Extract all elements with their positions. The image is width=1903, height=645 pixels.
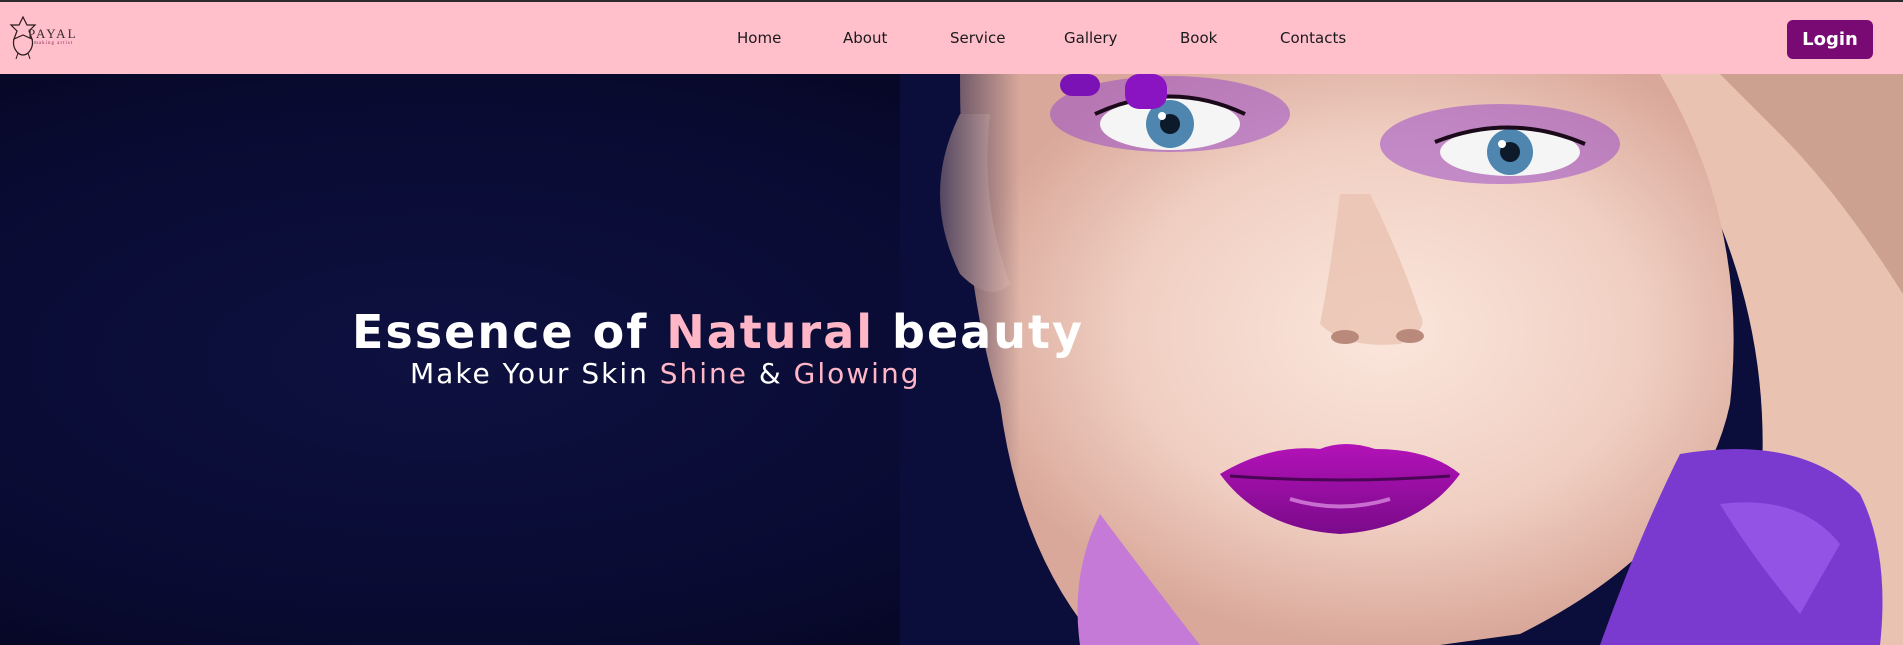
brand-logo[interactable]: PAYAL making artist — [8, 12, 84, 64]
headline-accent: Natural — [666, 305, 875, 359]
login-button[interactable]: Login — [1787, 20, 1873, 59]
nav-contacts[interactable]: Contacts — [1280, 29, 1346, 47]
nav-gallery[interactable]: Gallery — [1064, 29, 1117, 47]
brand-tagline: making artist — [34, 41, 74, 46]
navbar: PAYAL making artist Home About Service G… — [0, 2, 1903, 74]
hero-headline: Essence of Natural beauty — [352, 304, 1082, 360]
nav-home[interactable]: Home — [737, 29, 781, 47]
main-nav: Home About Service Gallery Book Contacts — [704, 2, 1404, 74]
hero-subline: Make Your Skin Shine & Glowing — [410, 356, 970, 392]
headline-part1: Essence of — [352, 305, 667, 359]
nav-service[interactable]: Service — [950, 29, 1005, 47]
headline-part2: beauty — [874, 305, 1084, 359]
subline-part2: & — [748, 357, 794, 390]
nav-about[interactable]: About — [843, 29, 887, 47]
hero-text: Essence of Natural beauty Make Your Skin… — [0, 74, 1903, 645]
subline-part1: Make Your Skin — [410, 357, 660, 390]
subline-accent-glowing: Glowing — [793, 357, 921, 390]
hero-banner: Essence of Natural beauty Make Your Skin… — [0, 74, 1903, 645]
nav-book[interactable]: Book — [1180, 29, 1217, 47]
brand-name: PAYAL — [28, 26, 78, 41]
subline-accent-shine: Shine — [659, 357, 749, 390]
